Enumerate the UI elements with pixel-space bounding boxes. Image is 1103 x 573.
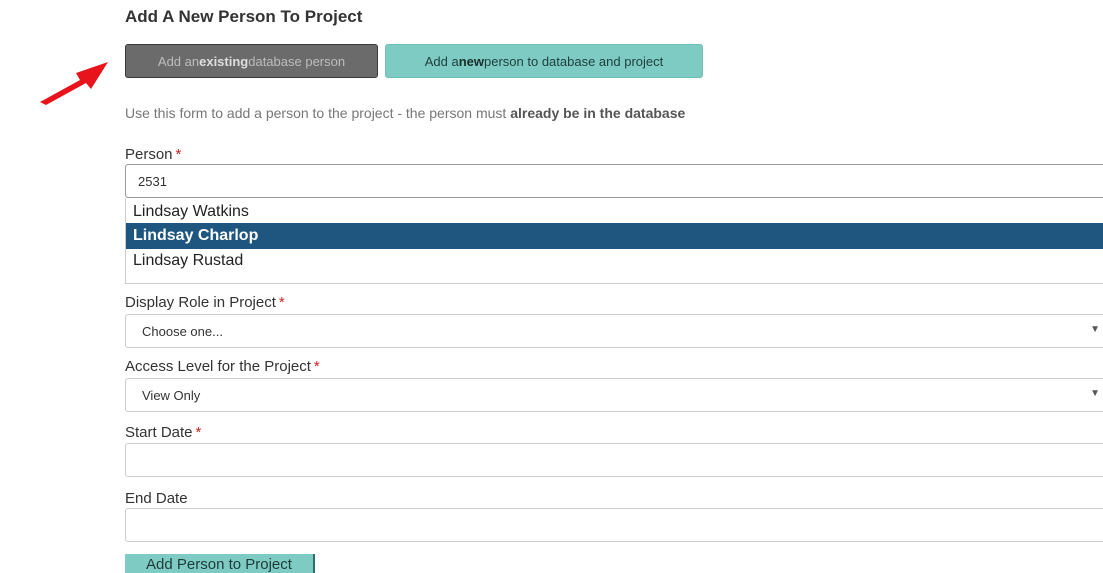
person-label: Person * (125, 146, 182, 163)
access-level-select[interactable]: View Only ▼ (125, 378, 1103, 412)
add-person-to-project-button[interactable]: Add Person to Project (125, 554, 315, 573)
suggestion-item-highlighted[interactable]: Lindsay Charlop (126, 223, 1103, 249)
required-marker: * (313, 358, 320, 375)
suggestion-item[interactable]: Lindsay Watkins (126, 199, 1103, 225)
person-suggestions-dropdown: Lindsay Watkins Lindsay Charlop Lindsay … (125, 198, 1103, 284)
access-level-label: Access Level for the Project * (125, 358, 320, 375)
display-role-label: Display Role in Project * (125, 294, 285, 311)
add-person-page: Add A New Person To Project Add an exist… (0, 0, 1103, 573)
add-existing-person-button[interactable]: Add an existing database person (125, 44, 378, 78)
form-instructions: Use this form to add a person to the pro… (125, 105, 686, 121)
person-search-input[interactable]: 2531 (125, 164, 1103, 198)
required-marker: * (175, 146, 182, 163)
page-title: Add A New Person To Project (125, 7, 363, 26)
chevron-down-icon: ▼ (1090, 324, 1100, 335)
end-date-label: End Date (125, 490, 188, 507)
required-marker: * (278, 294, 285, 311)
add-new-person-button[interactable]: Add a new person to database and project (385, 44, 703, 78)
chevron-down-icon: ▼ (1090, 388, 1100, 399)
start-date-label: Start Date * (125, 424, 202, 441)
end-date-input[interactable] (125, 508, 1103, 542)
suggestion-item[interactable]: Lindsay Rustad (126, 248, 1103, 274)
red-arrow-icon (40, 62, 108, 105)
required-marker: * (195, 424, 202, 441)
display-role-select[interactable]: Choose one... ▼ (125, 314, 1103, 348)
start-date-input[interactable] (125, 443, 1103, 477)
